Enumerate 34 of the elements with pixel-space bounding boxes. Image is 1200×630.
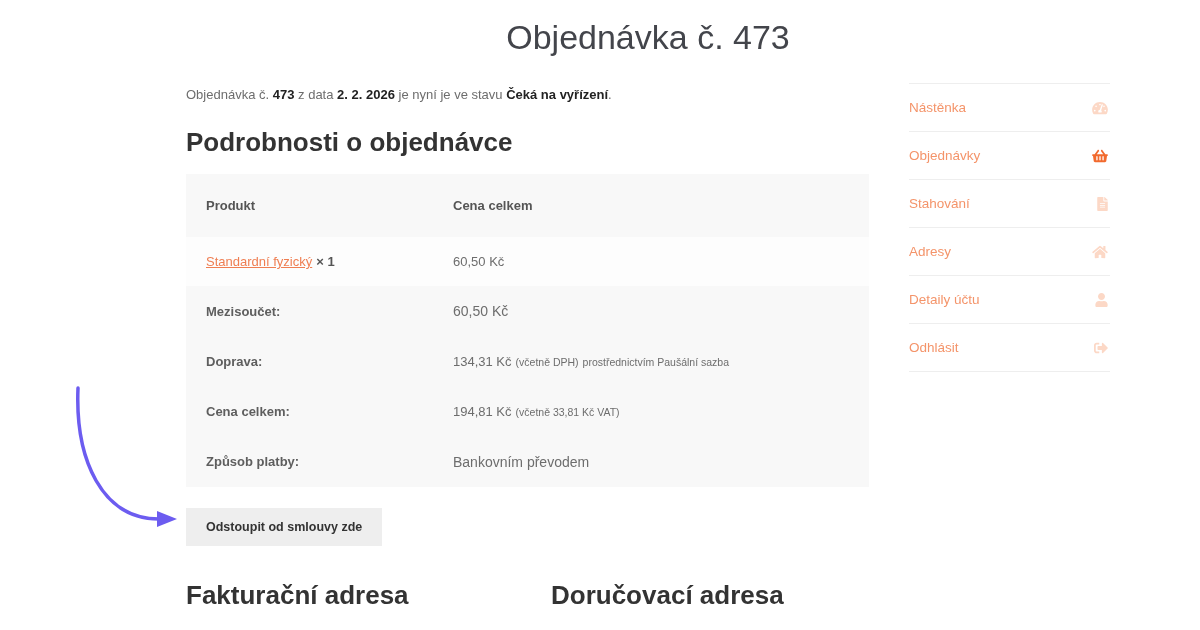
sidebar-label: Nástěnka bbox=[909, 100, 967, 115]
total-label: Cena celkem: bbox=[206, 403, 290, 419]
order-status-text: Objednávka č. 473 z data 2. 2. 2026 je nyní je ve stavu Čeká na vyřízení. bbox=[186, 86, 613, 104]
address-heading: Fakturační adresa bbox=[186, 579, 410, 611]
price-note: (včetně DPH) bbox=[515, 355, 579, 368]
sidebar-label: Adresy bbox=[909, 244, 952, 259]
column-header: Cena celkem bbox=[453, 174, 869, 237]
price-note: (včetně 33,81 Kč VAT) bbox=[515, 405, 620, 418]
sidebar-item[interactable]: Odhlásit bbox=[909, 324, 1110, 372]
price-note: prostřednictvím Paušální sazba bbox=[582, 355, 730, 368]
total-label: Mezisoučet: bbox=[206, 303, 281, 319]
total-value: 60,50 Kč bbox=[453, 303, 509, 319]
sidebar-label: Stahování bbox=[909, 196, 970, 211]
product-link[interactable]: Standardní fyzický bbox=[206, 254, 313, 269]
sidebar-item[interactable]: Detaily účtu bbox=[909, 276, 1110, 324]
total-label: Doprava: bbox=[206, 353, 263, 369]
sidebar-item[interactable]: Objednávky bbox=[909, 132, 1110, 180]
total-value: 134,31 Kč bbox=[453, 353, 512, 369]
total-value: Bankovním převodem bbox=[453, 453, 590, 470]
sidebar-item[interactable]: Adresy bbox=[909, 228, 1110, 276]
sidebar-label: Detaily účtu bbox=[909, 292, 980, 307]
price-text: 60,50 Kč bbox=[453, 254, 505, 269]
section-heading: Podrobnosti o objednávce bbox=[186, 126, 514, 158]
sidebar-label: Objednávky bbox=[909, 148, 981, 163]
quantity-text: × 1 bbox=[316, 254, 335, 269]
total-label: Způsob platby: bbox=[206, 454, 300, 469]
sidebar-label: Odhlásit bbox=[909, 340, 959, 355]
sidebar-item[interactable]: Stahování bbox=[909, 180, 1110, 228]
sidebar-item[interactable]: Nástěnka bbox=[909, 84, 1110, 132]
address-heading: Doručovací adresa bbox=[551, 579, 785, 611]
total-value: 194,81 Kč bbox=[453, 403, 512, 419]
page-title: Objednávka č. 473 bbox=[505, 17, 791, 58]
column-header: Produkt bbox=[186, 174, 453, 237]
withdraw-button[interactable]: Odstoupit od smlouvy zde bbox=[186, 508, 383, 546]
